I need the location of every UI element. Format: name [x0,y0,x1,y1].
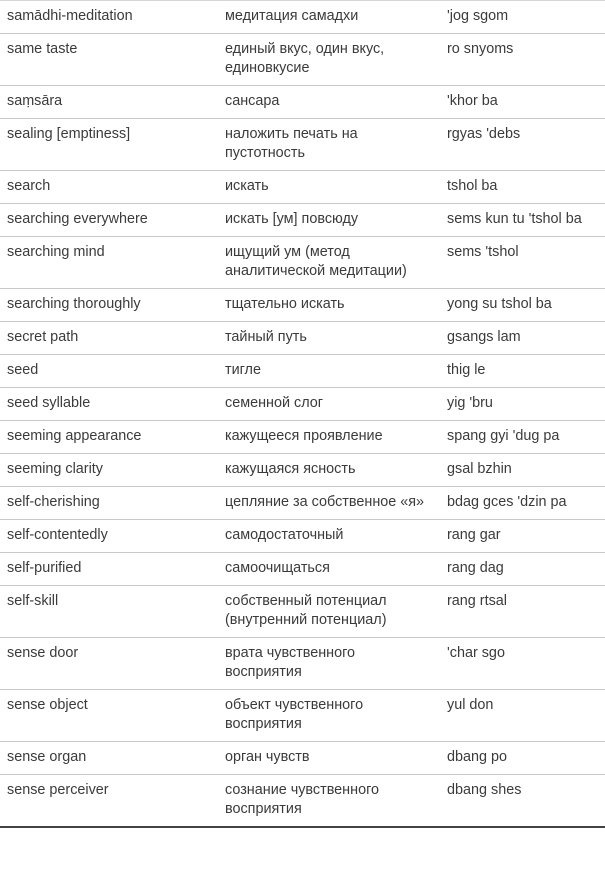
english-term-cell: secret path [7,329,79,345]
glossary-row: self-purified самоочищаться rang dag [0,552,605,586]
tibetan-transliteration-cell: 'khor ba [447,93,498,109]
russian-translation-cell: сансара [225,93,280,109]
english-term-cell: seed syllable [7,395,91,411]
english-term-cell: sense door [7,645,79,661]
glossary-row: sealing [emptiness] наложить печать на пу… [0,118,605,171]
russian-translation-cell: собственный потенциал (внутренний потенц… [225,593,387,628]
glossary-row: seed syllable семенной слог yig 'bru [0,387,605,421]
english-term-cell: self-contentedly [7,527,108,543]
russian-translation-cell: искать [225,178,269,194]
tibetan-transliteration-cell: 'char sgo [447,645,505,661]
glossary-table-body: samādhi-meditation медитация самадхи 'jog … [0,0,605,827]
russian-translation-cell: медитация самадхи [225,8,359,24]
tibetan-transliteration-cell: dbang po [447,749,508,765]
glossary-row: sense object объект чувственного восприят… [0,689,605,742]
glossary-row: secret path тайный путь gsangs lam [0,321,605,355]
tibetan-transliteration-cell: yig 'bru [447,395,493,411]
russian-translation-cell: кажущаяся ясность [225,461,356,477]
tibetan-transliteration-cell: thig le [447,362,486,378]
english-term-cell: search [7,178,51,194]
russian-translation-cell: семенной слог [225,395,324,411]
english-term-cell: sealing [emptiness] [7,126,131,142]
russian-translation-cell: врата чувственного восприятия [225,645,356,680]
tibetan-transliteration-cell: sems kun tu 'tshol ba [447,211,582,227]
english-term-cell: seeming appearance [7,428,142,444]
russian-translation-cell: искать [ум] повсюду [225,211,359,227]
tibetan-transliteration-cell: yong su tshol ba [447,296,552,312]
tibetan-transliteration-cell: gsangs lam [447,329,521,345]
glossary-row: seeming appearance кажущееся проявление sp… [0,420,605,454]
tibetan-transliteration-cell: 'jog sgom [447,8,509,24]
russian-translation-cell: объект чувственного восприятия [225,697,364,732]
english-term-cell: samādhi-meditation [7,8,133,24]
tibetan-transliteration-cell: dbang shes [447,782,522,798]
english-term-cell: saṃsāra [7,93,63,109]
russian-translation-cell: единый вкус, один вкус, единовкусие [225,41,385,76]
glossary-row: searching mind ищущий ум (метод аналитиче… [0,236,605,289]
english-term-cell: seed [7,362,39,378]
glossary-row: saṃsāra сансара 'khor ba [0,85,605,119]
tibetan-transliteration-cell: bdag gces 'dzin pa [447,494,567,510]
glossary-row: self-cherishing цепляние за собственное «… [0,486,605,520]
english-term-cell: searching everywhere [7,211,148,227]
tibetan-transliteration-cell: spang gyi 'dug pa [447,428,560,444]
glossary-row: self-skill собственный потенциал (внутрен… [0,585,605,638]
english-term-cell: searching thoroughly [7,296,141,312]
glossary-row: samādhi-meditation медитация самадхи 'jog … [0,0,605,34]
russian-translation-cell: тигле [225,362,261,378]
tibetan-transliteration-cell: gsal bzhin [447,461,512,477]
english-term-cell: same taste [7,41,78,57]
english-term-cell: seeming clarity [7,461,103,477]
tibetan-transliteration-cell: rang rtsal [447,593,507,609]
glossary-row: sense perceiver сознание чувственного вос… [0,774,605,827]
tibetan-transliteration-cell: rang gar [447,527,501,543]
tibetan-transliteration-cell: ro snyoms [447,41,514,57]
russian-translation-cell: цепляние за собственное «я» [225,494,425,510]
english-term-cell: self-purified [7,560,82,576]
glossary-row: search искать tshol ba [0,170,605,204]
tibetan-transliteration-cell: sems 'tshol [447,244,519,260]
glossary-row: sense organ орган чувств dbang po [0,741,605,775]
tibetan-transliteration-cell: rgyas 'debs [447,126,521,142]
english-term-cell: searching mind [7,244,105,260]
russian-translation-cell: орган чувств [225,749,310,765]
russian-translation-cell: кажущееся проявление [225,428,383,444]
russian-translation-cell: ищущий ум (метод аналитической медитации… [225,244,407,279]
glossary-row: self-contentedly самодостаточный rang gar [0,519,605,553]
glossary-row: same taste единый вкус, один вкус, единов… [0,33,605,86]
english-term-cell: self-skill [7,593,59,609]
glossary-table: samādhi-meditation медитация самадхи 'jog … [0,0,605,828]
tibetan-transliteration-cell: tshol ba [447,178,498,194]
english-term-cell: sense object [7,697,88,713]
russian-translation-cell: наложить печать на пустотность [225,126,358,161]
tibetan-transliteration-cell: yul don [447,697,494,713]
russian-translation-cell: тайный путь [225,329,307,345]
russian-translation-cell: тщательно искать [225,296,345,312]
glossary-row: sense door врата чувственного восприятия '… [0,637,605,690]
glossary-row: searching thoroughly тщательно искать yong… [0,288,605,322]
russian-translation-cell: самоочищаться [225,560,330,576]
tibetan-transliteration-cell: rang dag [447,560,504,576]
glossary-row: searching everywhere искать [ум] повсюду s… [0,203,605,237]
russian-translation-cell: сознание чувственного восприятия [225,782,380,817]
russian-translation-cell: самодостаточный [225,527,344,543]
english-term-cell: sense perceiver [7,782,109,798]
glossary-row: seeming clarity кажущаяся ясность gsal bzh… [0,453,605,487]
english-term-cell: self-cherishing [7,494,100,510]
english-term-cell: sense organ [7,749,87,765]
glossary-row: seed тигле thig le [0,354,605,388]
